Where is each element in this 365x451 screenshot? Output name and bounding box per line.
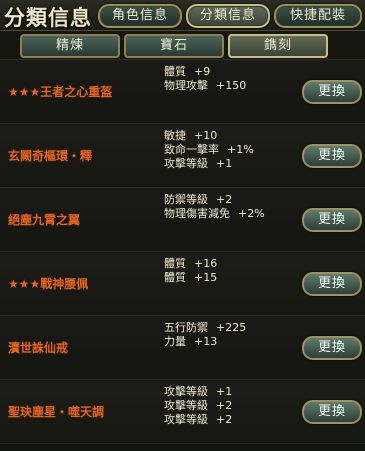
attribute-value: +225: [216, 321, 247, 334]
attribute-value: +1: [216, 385, 233, 398]
item-attributes: 體質 +9 物理攻擊 +150: [164, 65, 299, 93]
attribute-value: +9: [194, 65, 211, 78]
attribute-line: 攻擊等級 +2: [164, 399, 299, 413]
attribute-value: +13: [194, 335, 218, 348]
attribute-name: 攻擊等級: [164, 399, 208, 412]
attribute-line: 體質 +16: [164, 257, 299, 271]
attribute-name: 攻擊等級: [164, 157, 208, 170]
item-row: 聖玦塵星・噬天調 攻擊等級 +1 攻擊等級 +2 攻擊等級 +2 更換: [0, 381, 365, 444]
attribute-value: +1: [216, 157, 233, 170]
attribute-name: 防禦等級: [164, 193, 208, 206]
attribute-name: 體質: [164, 271, 186, 284]
subtab-gem[interactable]: 寶石: [124, 34, 224, 58]
item-attributes: 攻擊等級 +1 攻擊等級 +2 攻擊等級 +2: [164, 385, 299, 427]
attribute-line: 攻擊等級 +2: [164, 413, 299, 427]
tab-character-info[interactable]: 角色信息: [98, 4, 182, 28]
attribute-value: +15: [194, 271, 218, 284]
attribute-line: 防禦等級 +2: [164, 193, 299, 207]
attribute-name: 力量: [164, 335, 186, 348]
attribute-line: 五行防禦 +225: [164, 321, 299, 335]
attribute-value: +2: [216, 193, 233, 206]
attribute-name: 敏捷: [164, 129, 186, 142]
tab-quick-equip[interactable]: 快捷配裝: [274, 4, 362, 28]
swap-button[interactable]: 更換: [302, 144, 362, 168]
attribute-name: 體質: [164, 257, 186, 270]
attribute-value: +2: [216, 399, 233, 412]
item-name: 玄闕奇樞環・釋: [8, 149, 93, 163]
swap-button[interactable]: 更換: [302, 336, 362, 360]
attribute-name: 攻擊等級: [164, 385, 208, 398]
attribute-value: +150: [216, 79, 247, 92]
attribute-line: 敏捷 +10: [164, 129, 299, 143]
equipment-info-panel: 分類信息 角色信息 分類信息 快捷配裝 精煉 寶石 鐫刻 ★★★王者之心重盔 體質…: [0, 0, 365, 451]
attribute-line: 力量 +13: [164, 335, 299, 349]
attribute-line: 攻擊等級 +1: [164, 157, 299, 171]
item-row: ★★★戰神腰佩 體質 +16 體質 +15 更換: [0, 253, 365, 316]
attribute-line: 體質 +9: [164, 65, 299, 79]
tab-category-info[interactable]: 分類信息: [186, 4, 270, 28]
attribute-name: 物理傷害減免: [164, 207, 230, 220]
item-name: ★★★戰神腰佩: [8, 277, 89, 291]
attribute-line: 物理傷害減免 +2%: [164, 207, 299, 221]
subtab-refine[interactable]: 精煉: [20, 34, 120, 58]
swap-button[interactable]: 更換: [302, 400, 362, 424]
attribute-value: +2: [216, 413, 233, 426]
item-name: 瀆世誅仙戒: [8, 341, 69, 355]
swap-button[interactable]: 更換: [302, 272, 362, 296]
item-row: 玄闕奇樞環・釋 敏捷 +10 致命一擊率 +1% 攻擊等級 +1 更換: [0, 125, 365, 188]
attribute-name: 物理攻擊: [164, 79, 208, 92]
panel-header: 分類信息 角色信息 分類信息 快捷配裝: [0, 0, 365, 31]
swap-button[interactable]: 更換: [302, 80, 362, 104]
item-row: 瀆世誅仙戒 五行防禦 +225 力量 +13 更換: [0, 317, 365, 380]
attribute-value: +10: [194, 129, 218, 142]
attribute-name: 體質: [164, 65, 186, 78]
item-name: ★★★王者之心重盔: [8, 85, 113, 99]
sub-tab-bar: 精煉 寶石 鐫刻: [0, 31, 365, 60]
item-name: 聖玦塵星・噬天調: [8, 405, 105, 419]
attribute-name: 攻擊等級: [164, 413, 208, 426]
item-row: 絕塵九霄之翼 防禦等級 +2 物理傷害減免 +2% 更換: [0, 189, 365, 252]
attribute-line: 物理攻擊 +150: [164, 79, 299, 93]
attribute-line: 攻擊等級 +1: [164, 385, 299, 399]
page-title: 分類信息: [4, 6, 92, 30]
attribute-name: 五行防禦: [164, 321, 208, 334]
swap-button[interactable]: 更換: [302, 208, 362, 232]
attribute-value: +2%: [238, 207, 265, 220]
item-row: ★★★王者之心重盔 體質 +9 物理攻擊 +150 更換: [0, 61, 365, 124]
attribute-line: 致命一擊率 +1%: [164, 143, 299, 157]
attribute-line: 體質 +15: [164, 271, 299, 285]
item-attributes: 體質 +16 體質 +15: [164, 257, 299, 285]
attribute-value: +1%: [227, 143, 254, 156]
item-attributes: 五行防禦 +225 力量 +13: [164, 321, 299, 349]
item-attributes: 敏捷 +10 致命一擊率 +1% 攻擊等級 +1: [164, 129, 299, 171]
item-name: 絕塵九霄之翼: [8, 213, 81, 227]
item-attributes: 防禦等級 +2 物理傷害減免 +2%: [164, 193, 299, 221]
attribute-name: 致命一擊率: [164, 143, 219, 156]
subtab-engrave[interactable]: 鐫刻: [228, 34, 328, 58]
attribute-value: +16: [194, 257, 218, 270]
